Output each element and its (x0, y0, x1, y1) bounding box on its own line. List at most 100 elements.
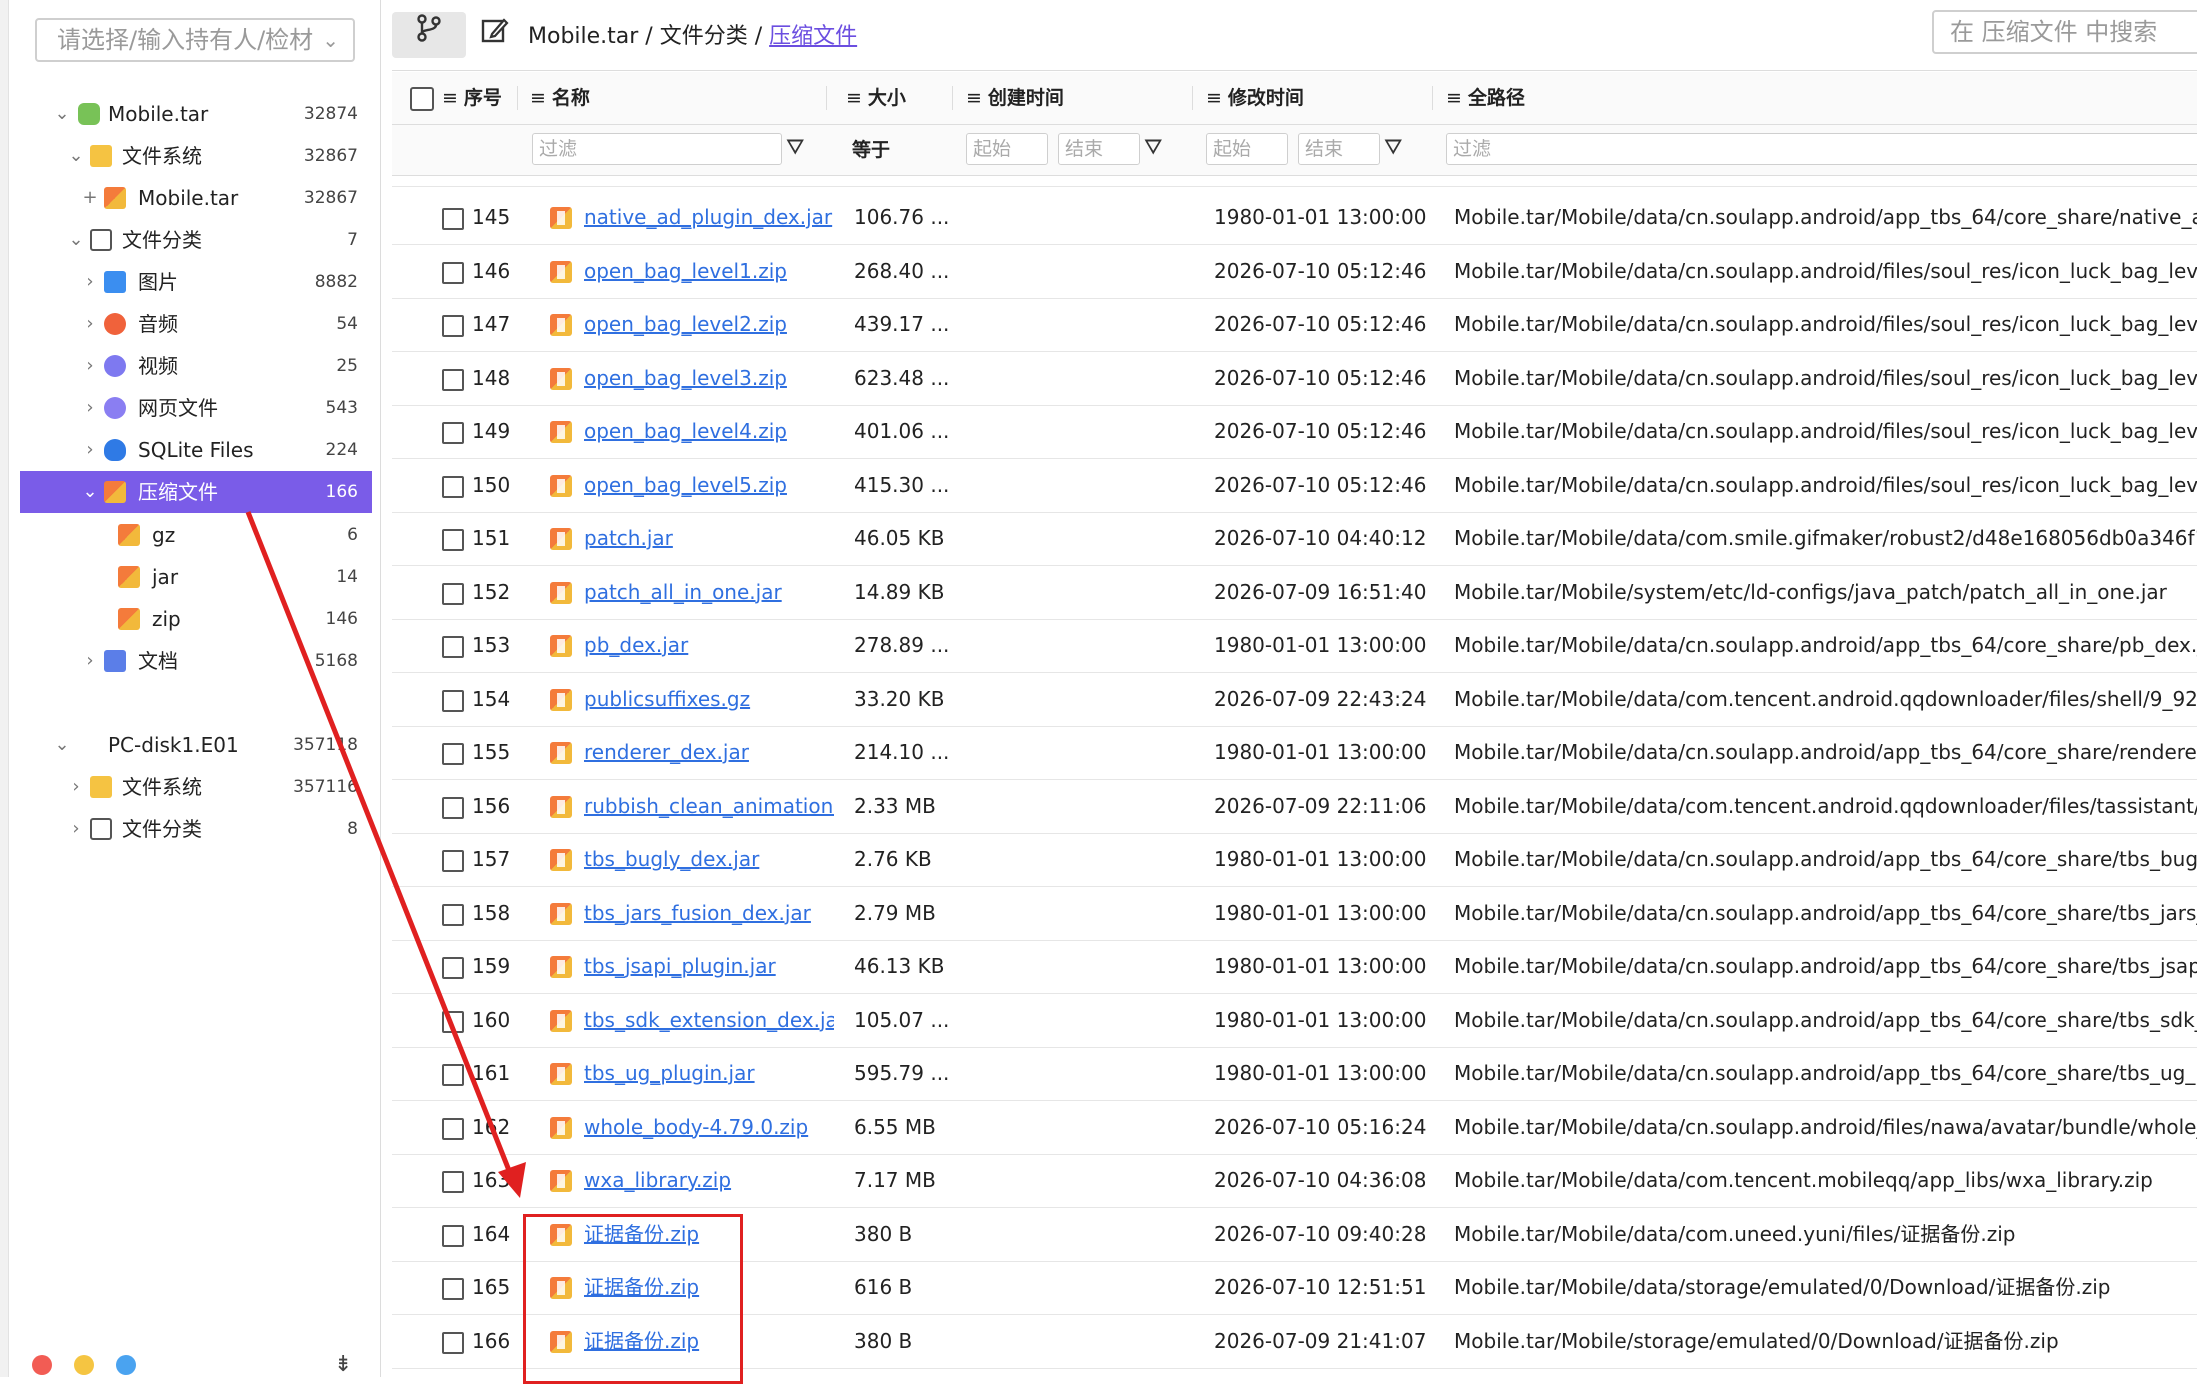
file-name-link[interactable]: native_ad_plugin_dex.jar (584, 190, 834, 244)
chevron-down-icon[interactable]: ⌄ (66, 135, 86, 177)
table-row[interactable]: 151 patch.jar 46.05 KB 2026-07-10 04:40:12 M… (392, 511, 2197, 566)
row-checkbox[interactable] (442, 903, 464, 926)
file-name-link[interactable]: rubbish_clean_animation.zip (584, 779, 834, 833)
table-row[interactable]: 160 tbs_sdk_extension_dex.jar 105.07 ... 19… (392, 993, 2197, 1048)
filter-icon[interactable]: ⛛ (1384, 135, 1402, 160)
file-name-link[interactable]: whole_body-4.79.0.zip (584, 1100, 834, 1154)
row-checkbox[interactable] (442, 743, 464, 765)
chevron-right-icon[interactable]: › (80, 303, 100, 345)
row-checkbox[interactable] (442, 1010, 464, 1033)
chevron-right-icon[interactable]: › (66, 808, 86, 850)
row-checkbox[interactable] (442, 1117, 464, 1140)
expand-plus-icon[interactable]: + (80, 177, 100, 219)
path-filter-input[interactable]: 过滤 (1446, 133, 2197, 165)
header-index[interactable]: ≡ 序号 (442, 72, 502, 124)
row-checkbox[interactable] (442, 1064, 464, 1086)
ctime-end-input[interactable]: 结束 (1058, 133, 1140, 165)
header-size[interactable]: ≡ 大小 (846, 72, 906, 124)
chevron-right-icon[interactable]: › (80, 429, 100, 471)
tree-item[interactable]: › 文件分类 8 (20, 808, 372, 850)
chevron-down-icon[interactable]: ⌄ (52, 724, 72, 766)
column-separator[interactable] (1192, 86, 1193, 110)
table-row[interactable]: 161 tbs_ug_plugin.jar 595.79 ... 1980-01-01… (392, 1046, 2197, 1101)
table-row[interactable]: 163 wxa_library.zip 7.17 MB 2026-07-10 04:3… (392, 1153, 2197, 1208)
header-name[interactable]: ≡ 名称 (530, 72, 590, 124)
column-separator[interactable] (1432, 86, 1433, 110)
file-name-link[interactable]: tbs_jsapi_plugin.jar (584, 939, 834, 993)
row-checkbox[interactable] (442, 368, 464, 391)
ctime-start-input[interactable]: 起始 (966, 133, 1048, 165)
table-row[interactable]: 148 open_bag_level3.zip 623.48 ... 2026-07-… (392, 351, 2197, 406)
tree-item[interactable]: ⌄ Mobile.tar 32874 (20, 93, 372, 135)
mtime-start-input[interactable]: 起始 (1206, 133, 1288, 165)
column-separator[interactable] (517, 86, 518, 110)
tree-item[interactable]: › 网页文件 543 (20, 387, 372, 429)
table-row[interactable]: 157 tbs_bugly_dex.jar 2.76 KB 1980-01-01 13… (392, 832, 2197, 887)
table-row[interactable]: 149 open_bag_level4.zip 401.06 ... 2026-07-… (392, 404, 2197, 459)
table-row[interactable]: 156 rubbish_clean_animation.zip 2.33 MB 202… (392, 779, 2197, 834)
row-checkbox[interactable] (442, 1224, 464, 1247)
edit-icon[interactable] (480, 16, 510, 46)
row-checkbox[interactable] (442, 261, 464, 284)
table-row[interactable]: 159 tbs_jsapi_plugin.jar 46.13 KB 1980-01-0… (392, 939, 2197, 994)
tree-item[interactable]: jar 14 (20, 556, 372, 598)
column-separator[interactable] (826, 86, 827, 110)
chevron-right-icon[interactable]: › (80, 640, 100, 682)
file-name-link[interactable]: patch_all_in_one.jar (584, 565, 834, 619)
search-input[interactable]: 在 压缩文件 中搜索 (1932, 10, 2197, 54)
table-row[interactable]: 154 publicsuffixes.gz 33.20 KB 2026-07-09 2… (392, 672, 2197, 727)
file-name-link[interactable]: open_bag_level3.zip (584, 351, 834, 405)
chevron-right-icon[interactable]: › (66, 766, 86, 808)
table-row[interactable]: 152 patch_all_in_one.jar 14.89 KB 2026-07-0… (392, 565, 2197, 620)
table-row[interactable]: 158 tbs_jars_fusion_dex.jar 2.79 MB 1980-01… (392, 886, 2197, 941)
file-name-link[interactable]: tbs_bugly_dex.jar (584, 832, 834, 886)
row-checkbox[interactable] (442, 636, 464, 658)
holder-select[interactable]: 请选择/输入持有人/检材 ⌄ (35, 18, 355, 62)
file-name-link[interactable]: tbs_sdk_extension_dex.jar (584, 993, 834, 1047)
row-checkbox[interactable] (442, 582, 464, 605)
tree-item[interactable]: ⌄ PC-disk1.E01 357118 (20, 724, 372, 766)
tree-item[interactable]: › 视频 25 (20, 345, 372, 387)
name-filter-input[interactable]: 过滤 (532, 133, 782, 165)
file-name-link[interactable]: wxa_library.zip (584, 1153, 834, 1207)
tree-item[interactable]: gz 6 (20, 514, 372, 556)
size-filter-equals[interactable]: 等于 (852, 135, 890, 162)
row-checkbox[interactable] (442, 850, 464, 872)
header-mtime[interactable]: ≡ 修改时间 (1206, 72, 1304, 124)
file-name-link[interactable]: renderer_dex.jar (584, 725, 834, 779)
filter-icon[interactable]: ⛛ (786, 135, 804, 160)
row-checkbox[interactable] (442, 957, 464, 979)
row-checkbox[interactable] (442, 208, 464, 230)
row-checkbox[interactable] (442, 422, 464, 444)
chevron-down-icon[interactable]: ⌄ (52, 93, 72, 135)
file-name-link[interactable]: open_bag_level4.zip (584, 404, 834, 458)
column-separator[interactable] (952, 86, 953, 110)
breadcrumb-path[interactable]: Mobile.tar / 文件分类 / (528, 24, 769, 49)
chevron-down-icon[interactable]: ⌄ (80, 471, 100, 513)
tree-item[interactable]: › 文档 5168 (20, 640, 372, 682)
tree-item[interactable]: › 图片 8882 (20, 261, 372, 303)
branch-button[interactable] (392, 12, 466, 58)
file-name-link[interactable]: open_bag_level1.zip (584, 244, 834, 298)
tree-item[interactable]: › 文件系统 357116 (20, 766, 372, 808)
table-row[interactable]: 153 pb_dex.jar 278.89 ... 1980-01-01 13:00:… (392, 618, 2197, 673)
table-row[interactable]: 147 open_bag_level2.zip 439.17 ... 2026-07-… (392, 297, 2197, 352)
tree-item[interactable]: ⌄ 文件分类 7 (20, 219, 372, 261)
table-row[interactable]: 162 whole_body-4.79.0.zip 6.55 MB 2026-07-1… (392, 1100, 2197, 1155)
chevron-right-icon[interactable]: › (80, 261, 100, 303)
file-name-link[interactable]: publicsuffixes.gz (584, 672, 834, 726)
row-checkbox[interactable] (442, 529, 464, 551)
file-name-link[interactable]: tbs_jars_fusion_dex.jar (584, 886, 834, 940)
table-row[interactable]: 150 open_bag_level5.zip 415.30 ... 2026-07-… (392, 458, 2197, 513)
tree-item[interactable]: zip 146 (20, 598, 372, 640)
tree-item[interactable]: + Mobile.tar 32867 (20, 177, 372, 219)
filter-icon[interactable]: ⛛ (1144, 135, 1162, 160)
row-checkbox[interactable] (442, 475, 464, 498)
tree-item[interactable]: › SQLite Files 224 (20, 429, 372, 471)
file-name-link[interactable]: patch.jar (584, 511, 834, 565)
header-path[interactable]: ≡ 全路径 (1446, 72, 1525, 124)
row-checkbox[interactable] (442, 1331, 464, 1354)
file-name-link[interactable]: open_bag_level5.zip (584, 458, 834, 512)
chevron-right-icon[interactable]: › (80, 387, 100, 429)
chevron-right-icon[interactable]: › (80, 345, 100, 387)
